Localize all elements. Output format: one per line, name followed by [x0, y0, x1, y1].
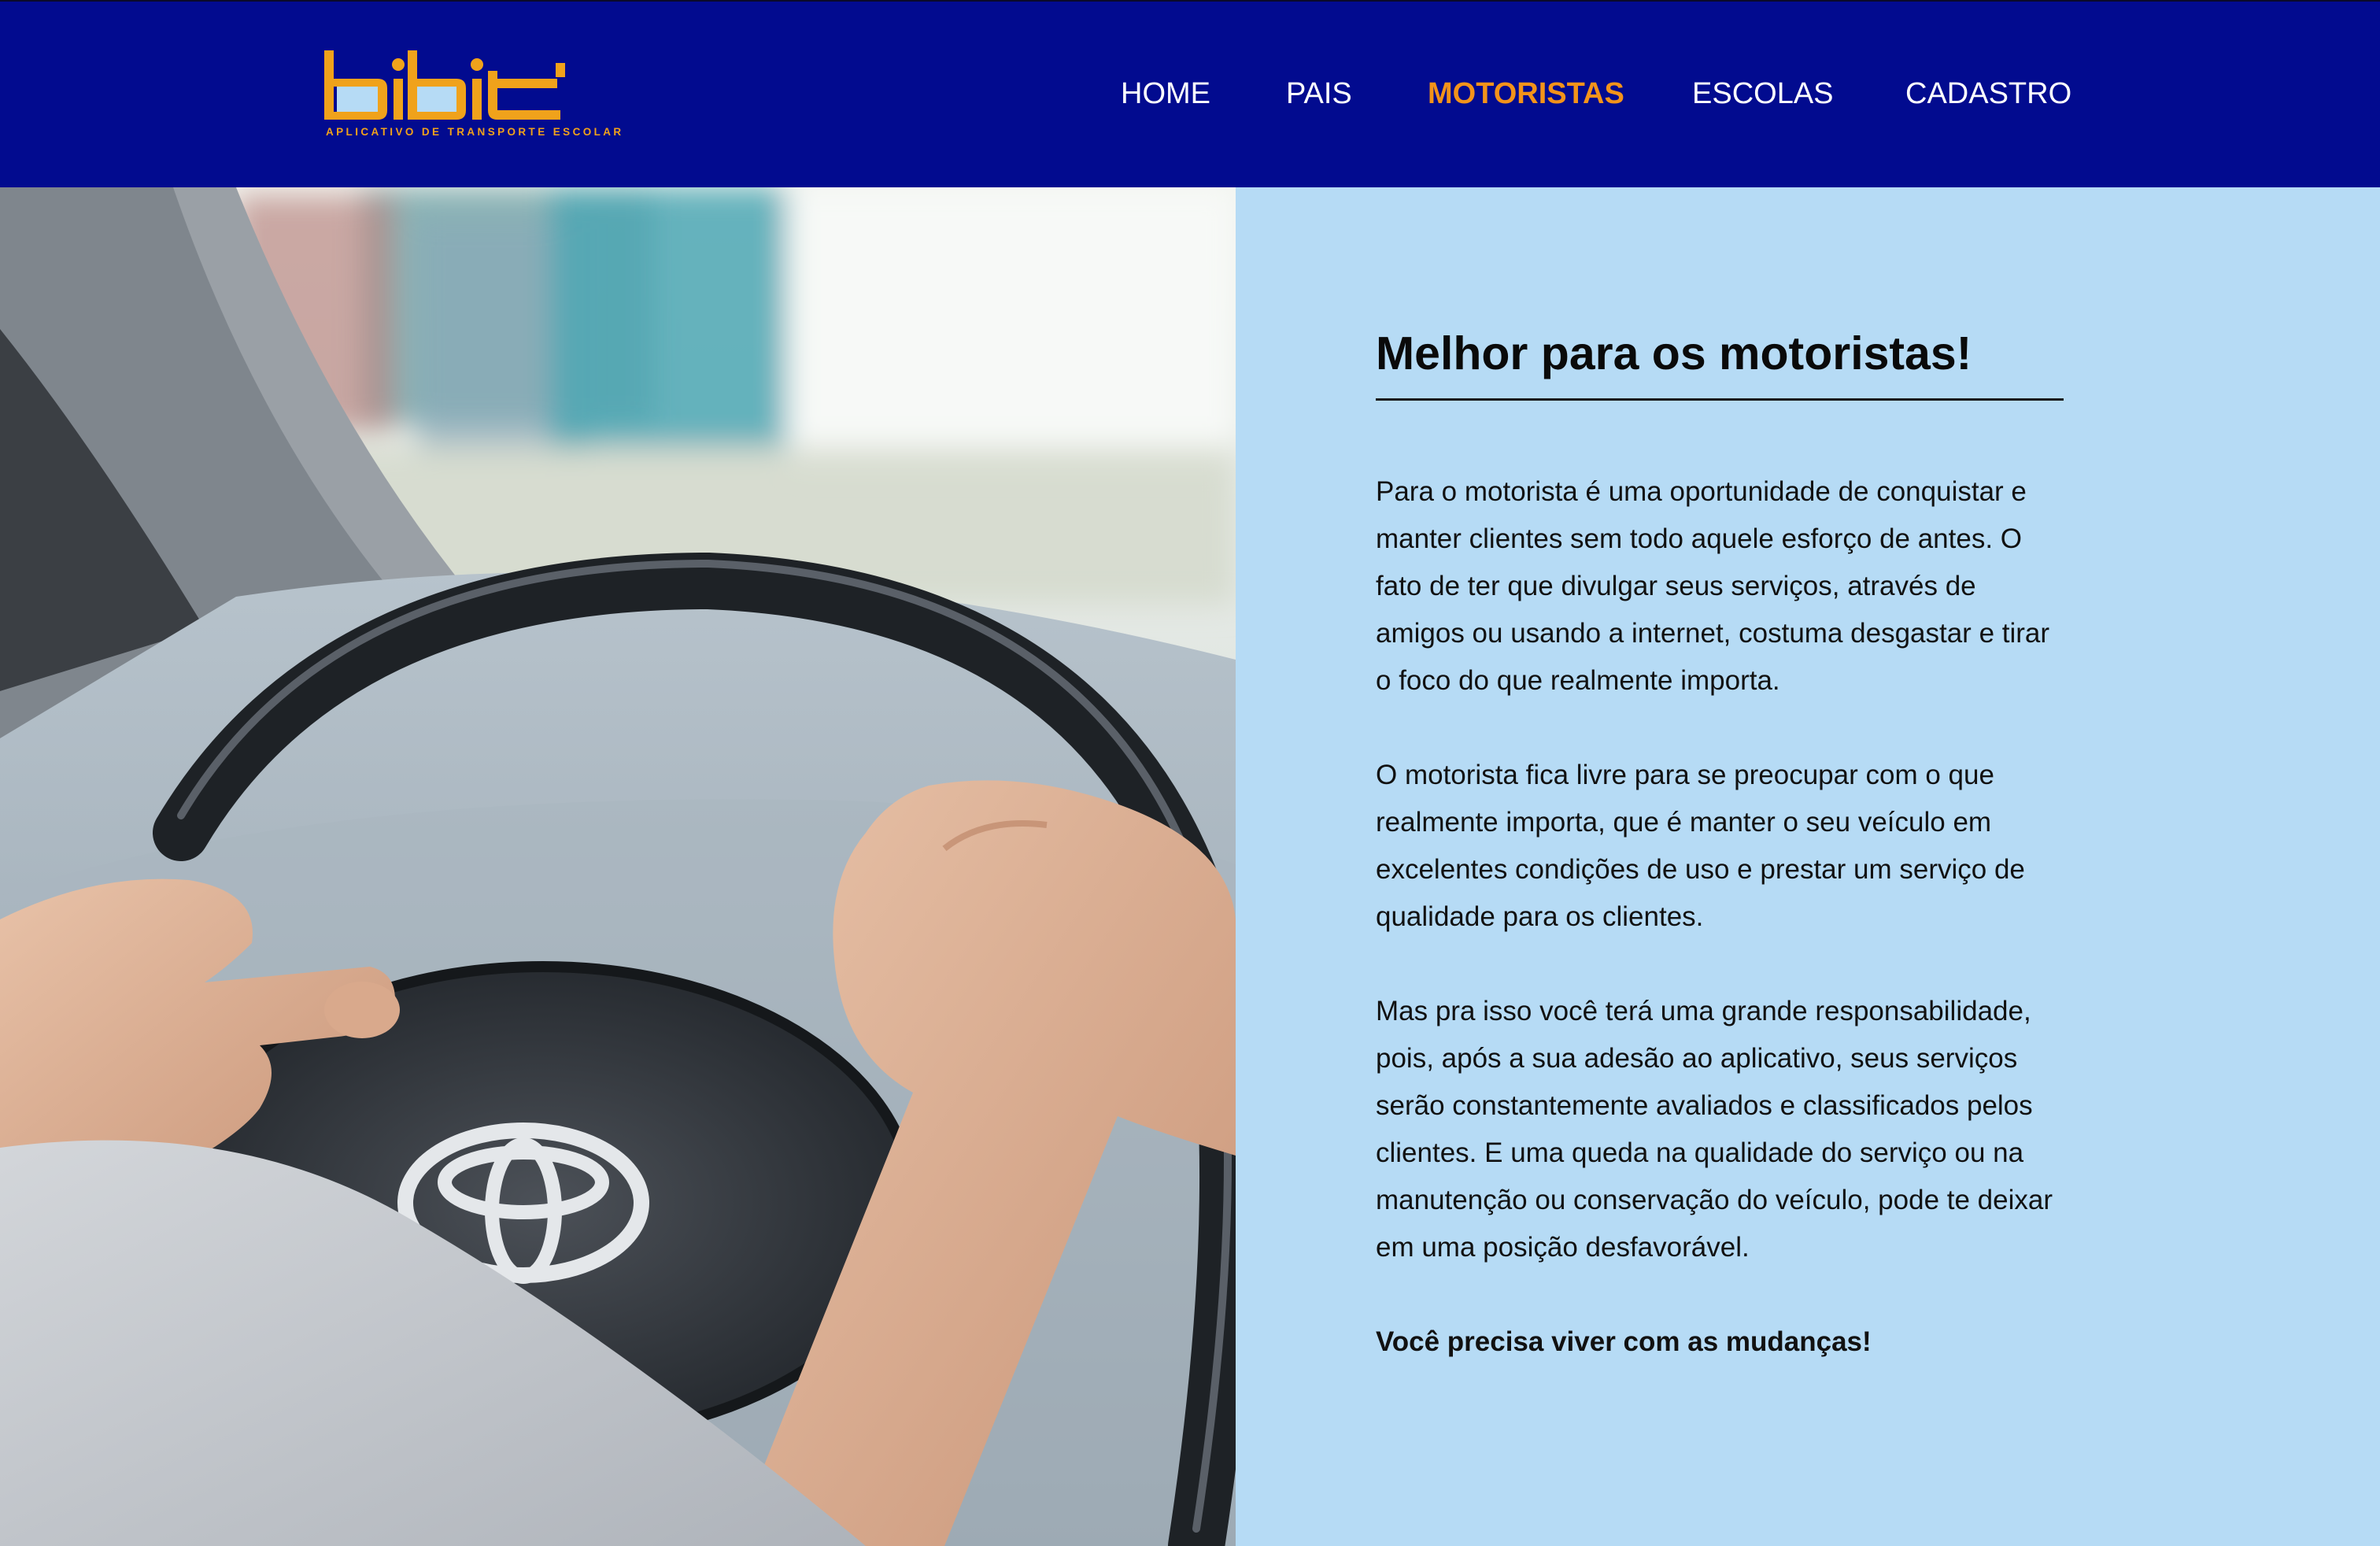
nav-motoristas[interactable]: MOTORISTAS — [1428, 77, 1624, 111]
page-heading: Melhor para os motoristas! — [1376, 327, 1972, 379]
nav-escolas[interactable]: ESCOLAS — [1692, 77, 1834, 111]
steering-wheel-photo — [0, 187, 1236, 1546]
site-header: APLICATIVO DE TRANSPORTE ESCOLAR HOME PA… — [0, 0, 2380, 187]
content-body: Para o motorista é uma oportunidade de c… — [1376, 468, 2071, 1366]
heading-divider — [1376, 398, 2064, 401]
closing-statement: Você precisa viver com as mudanças! — [1376, 1326, 1872, 1357]
nav-pais[interactable]: PAIS — [1286, 77, 1352, 111]
logo-tagline: APLICATIVO DE TRANSPORTE ESCOLAR — [326, 126, 624, 138]
content-panel: Melhor para os motoristas! Para o motori… — [1236, 187, 2380, 1546]
paragraph-2: O motorista fica livre para se preocupar… — [1376, 760, 2025, 932]
nav-cadastro[interactable]: CADASTRO — [1905, 77, 2071, 111]
bibit-logo[interactable]: APLICATIVO DE TRANSPORTE ESCOLAR — [321, 47, 624, 146]
paragraph-1: Para o motorista é uma oportunidade de c… — [1376, 476, 2050, 696]
nav-home[interactable]: HOME — [1121, 77, 1210, 111]
paragraph-3: Mas pra isso você terá uma grande respon… — [1376, 996, 2053, 1263]
bibit-wordmark-logo — [324, 50, 565, 120]
